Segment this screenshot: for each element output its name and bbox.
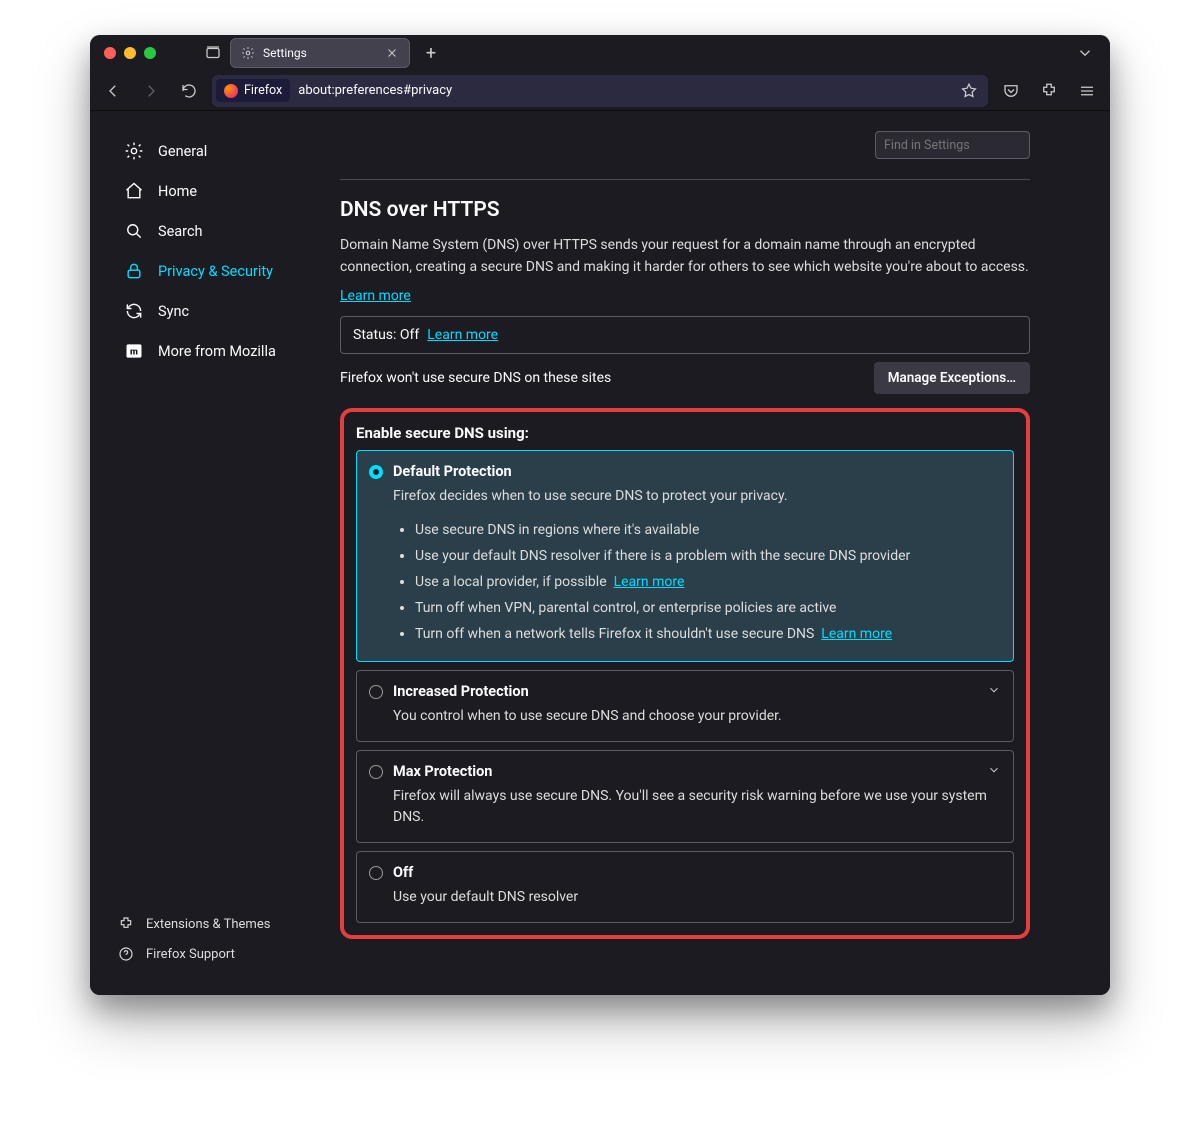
section-title: DNS over HTTPS (340, 198, 1030, 222)
back-button[interactable] (98, 76, 128, 106)
radio-selected[interactable] (369, 465, 383, 479)
bookmark-star-icon[interactable] (960, 82, 978, 100)
exceptions-row: Firefox won't use secure DNS on these si… (340, 362, 1030, 394)
firefox-support-link[interactable]: Firefox Support (118, 939, 330, 969)
dns-option-default[interactable]: Default Protection Firefox decides when … (356, 450, 1014, 662)
option-title: Max Protection (393, 763, 999, 780)
content-area: General Home Search Privacy & Security S… (90, 111, 1110, 995)
bullet-item: Use your default DNS resolver if there i… (415, 543, 999, 569)
search-icon (124, 221, 144, 241)
url-text: about:preferences#privacy (298, 83, 452, 98)
browser-window: Settings + Firefox about:preferences#pri… (90, 35, 1110, 995)
sidebar-item-label: More from Mozilla (158, 343, 276, 360)
lock-icon (124, 261, 144, 281)
option-subtitle: Use your default DNS resolver (393, 887, 999, 908)
sidebar-item-home[interactable]: Home (118, 171, 330, 211)
sidebar-item-label: General (158, 143, 207, 160)
sidebar-item-general[interactable]: General (118, 131, 330, 171)
radio-unselected[interactable] (369, 866, 383, 880)
option-title: Off (393, 864, 999, 881)
dns-option-increased[interactable]: Increased Protection You control when to… (356, 670, 1014, 742)
enable-dns-title: Enable secure DNS using: (356, 424, 1014, 442)
sidebar-item-more-mozilla[interactable]: m More from Mozilla (118, 331, 330, 371)
bullet-item: Use a local provider, if possible Learn … (415, 569, 999, 595)
chevron-down-icon (987, 763, 1001, 777)
bullet-item: Turn off when VPN, parental control, or … (415, 595, 999, 621)
sidebar-item-label: Sync (158, 303, 189, 320)
forward-button[interactable] (136, 76, 166, 106)
exceptions-text: Firefox won't use secure DNS on these si… (340, 370, 611, 386)
chevron-down-icon (987, 683, 1001, 697)
list-tabs-icon[interactable] (1076, 44, 1094, 62)
dns-option-off[interactable]: Off Use your default DNS resolver (356, 851, 1014, 923)
dns-option-max[interactable]: Max Protection Firefox will always use s… (356, 750, 1014, 843)
url-bar[interactable]: Firefox about:preferences#privacy (212, 75, 988, 107)
tab-title: Settings (263, 46, 307, 60)
gear-icon (241, 46, 255, 60)
reload-button[interactable] (174, 76, 204, 106)
extensions-themes-link[interactable]: Extensions & Themes (118, 909, 330, 939)
radio-unselected[interactable] (369, 685, 383, 699)
option-subtitle: Firefox decides when to use secure DNS t… (393, 486, 999, 507)
dns-status-box: Status: Off Learn more (340, 316, 1030, 354)
find-input[interactable] (875, 131, 1030, 159)
radio-unselected[interactable] (369, 765, 383, 779)
browser-tab[interactable]: Settings (230, 38, 410, 68)
app-menu-button[interactable] (1072, 76, 1102, 106)
bullet-learn-more-link[interactable]: Learn more (614, 574, 685, 590)
status-learn-more-link[interactable]: Learn more (427, 327, 498, 343)
sidebar-item-sync[interactable]: Sync (118, 291, 330, 331)
sync-icon (124, 301, 144, 321)
toolbar: Firefox about:preferences#privacy (90, 71, 1110, 111)
pocket-button[interactable] (996, 76, 1026, 106)
bullet-learn-more-link[interactable]: Learn more (821, 626, 892, 642)
option-bullets: Use secure DNS in regions where it's ava… (415, 517, 999, 647)
manage-exceptions-button[interactable]: Manage Exceptions… (874, 362, 1030, 394)
maximize-window-button[interactable] (144, 47, 156, 59)
section-description: Domain Name System (DNS) over HTTPS send… (340, 234, 1030, 279)
dns-options-highlight: Enable secure DNS using: Default Protect… (340, 408, 1030, 939)
window-controls (98, 47, 156, 59)
sidebar-item-label: Search (158, 223, 203, 240)
sidebar-item-label: Home (158, 183, 197, 200)
link-label: Firefox Support (146, 947, 235, 962)
option-title: Default Protection (393, 463, 999, 480)
sidebar-item-search[interactable]: Search (118, 211, 330, 251)
option-subtitle: You control when to use secure DNS and c… (393, 706, 999, 727)
divider (340, 179, 1030, 180)
titlebar: Settings + (90, 35, 1110, 71)
extensions-button[interactable] (1034, 76, 1064, 106)
mozilla-icon: m (124, 341, 144, 361)
settings-sidebar: General Home Search Privacy & Security S… (90, 111, 330, 995)
tab-overview-icon[interactable] (204, 44, 222, 62)
svg-text:m: m (130, 347, 138, 357)
sidebar-item-label: Privacy & Security (158, 263, 273, 280)
status-label: Status: Off (353, 327, 419, 343)
firefox-logo-icon (224, 84, 238, 98)
close-tab-icon[interactable] (385, 46, 399, 60)
option-subtitle: Firefox will always use secure DNS. You'… (393, 786, 999, 828)
settings-main: DNS over HTTPS Domain Name System (DNS) … (330, 111, 1090, 995)
identity-label: Firefox (244, 83, 282, 98)
new-tab-button[interactable]: + (418, 40, 444, 66)
close-window-button[interactable] (104, 47, 116, 59)
find-in-settings (340, 131, 1030, 159)
sidebar-item-privacy[interactable]: Privacy & Security (118, 251, 330, 291)
help-icon (118, 946, 134, 962)
minimize-window-button[interactable] (124, 47, 136, 59)
bullet-item: Turn off when a network tells Firefox it… (415, 621, 999, 647)
puzzle-icon (118, 916, 134, 932)
option-title: Increased Protection (393, 683, 999, 700)
learn-more-link[interactable]: Learn more (340, 288, 411, 304)
home-icon (124, 181, 144, 201)
link-label: Extensions & Themes (146, 917, 270, 932)
identity-chip[interactable]: Firefox (216, 79, 290, 102)
bullet-item: Use secure DNS in regions where it's ava… (415, 517, 999, 543)
gear-icon (124, 141, 144, 161)
